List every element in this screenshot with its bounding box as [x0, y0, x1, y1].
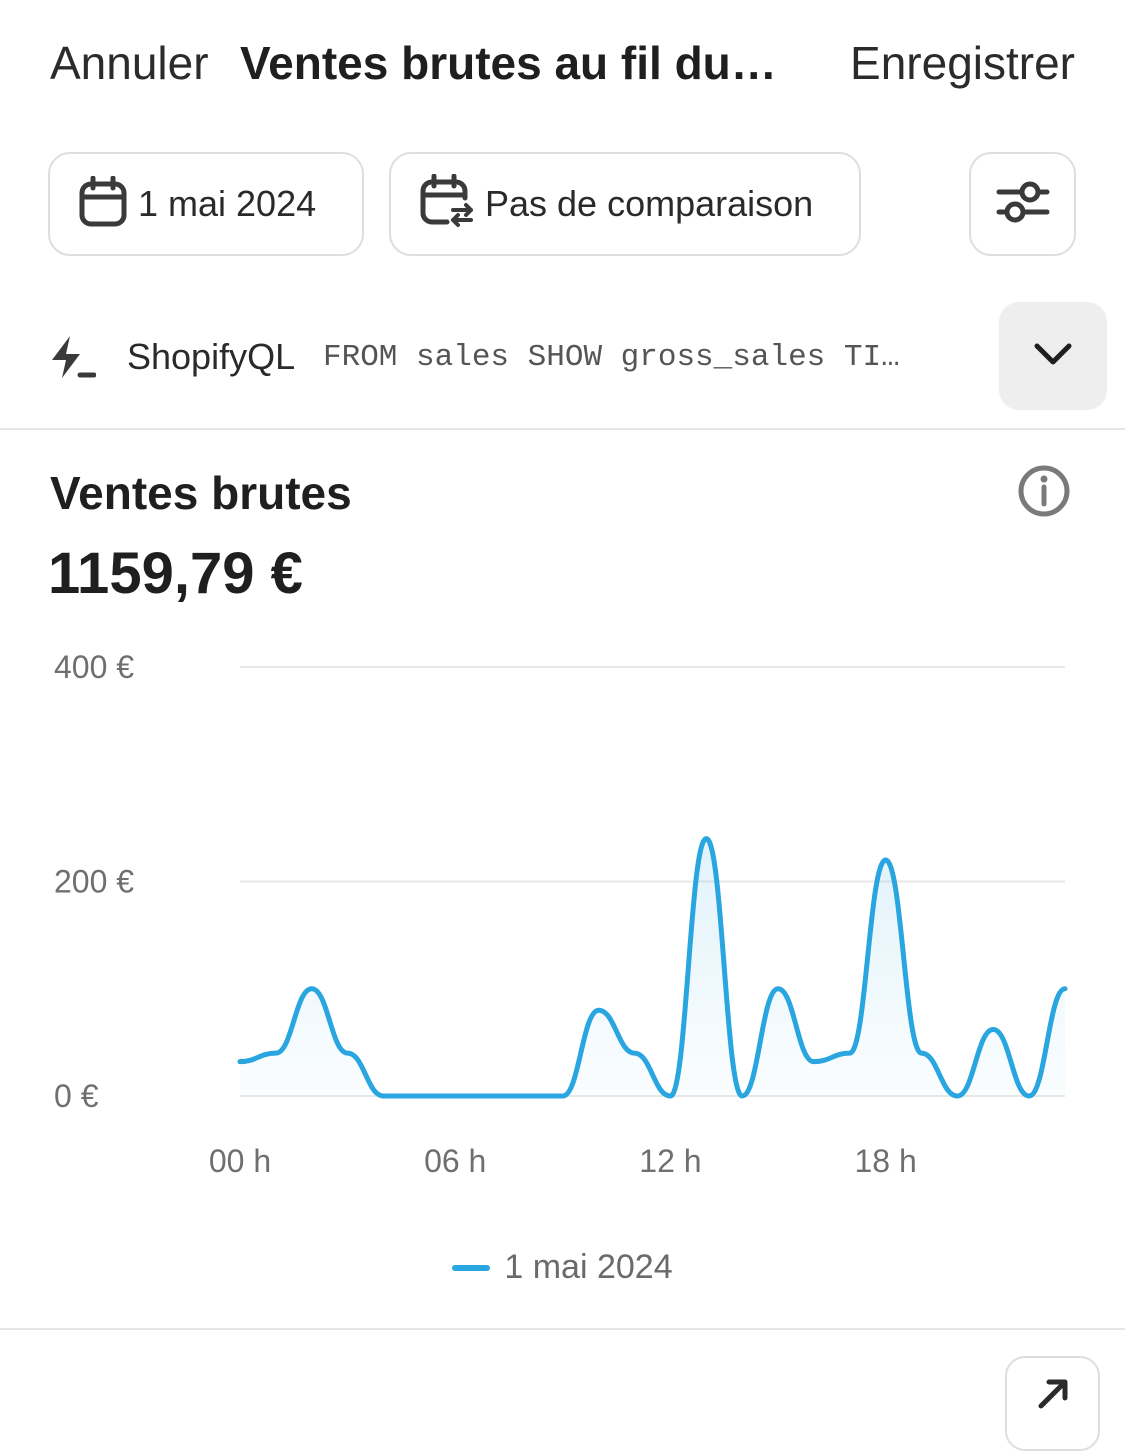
data-point — [1062, 986, 1068, 992]
data-point — [954, 1093, 960, 1099]
section-divider — [0, 428, 1125, 430]
x-tick-label: 00 h — [209, 1143, 271, 1179]
gross-sales-chart: 0 € 200 € 400 € 00 h 06 h 12 h 18 h — [54, 649, 1068, 1179]
y-tick-label: 400 € — [54, 649, 134, 685]
query-editor[interactable]: FROM sales SHOW gross_sales TI… — [323, 340, 900, 375]
data-point — [273, 1050, 279, 1056]
series-line — [237, 836, 1068, 1099]
date-range-button[interactable]: 1 mai 2024 — [48, 152, 364, 256]
sliders-icon — [995, 178, 1051, 231]
chevron-down-icon — [1033, 342, 1073, 371]
section-divider — [0, 1328, 1125, 1330]
save-button[interactable]: Enregistrer — [850, 36, 1075, 90]
data-point — [883, 857, 889, 863]
data-point — [596, 1007, 602, 1013]
y-tick-label: 0 € — [54, 1078, 99, 1114]
arrow-up-right-icon — [1035, 1376, 1071, 1417]
data-point — [416, 1093, 422, 1099]
info-icon[interactable] — [1017, 464, 1071, 523]
cancel-button[interactable]: Annuler — [50, 36, 209, 90]
calendar-compare-icon — [419, 173, 475, 235]
data-point — [380, 1093, 386, 1099]
data-point — [775, 986, 781, 992]
x-tick-label: 06 h — [424, 1143, 486, 1179]
data-point — [560, 1093, 566, 1099]
data-point — [237, 1059, 243, 1065]
data-point — [811, 1059, 817, 1065]
legend-label: 1 mai 2024 — [504, 1248, 673, 1286]
x-tick-label: 12 h — [639, 1143, 701, 1179]
data-point — [632, 1050, 638, 1056]
data-point — [309, 986, 315, 992]
data-point — [847, 1050, 853, 1056]
query-language-label: ShopifyQL — [127, 336, 296, 377]
y-tick-label: 200 € — [54, 864, 134, 900]
data-point — [919, 1050, 925, 1056]
bolt-icon — [48, 334, 97, 387]
page-title: Ventes brutes au fil du… — [240, 37, 777, 89]
chart-settings-button[interactable] — [969, 152, 1076, 256]
data-point — [345, 1050, 351, 1056]
comparison-label: Pas de comparaison — [485, 183, 814, 224]
calendar-icon — [78, 175, 128, 233]
metric-title: Ventes brutes — [50, 467, 352, 519]
data-point — [739, 1093, 745, 1099]
data-point — [990, 1027, 996, 1033]
data-point — [703, 836, 709, 842]
data-point — [524, 1093, 530, 1099]
data-point — [452, 1093, 458, 1099]
x-tick-label: 18 h — [855, 1143, 917, 1179]
expand-query-button[interactable] — [999, 302, 1107, 410]
comparison-button[interactable]: Pas de comparaison — [389, 152, 861, 256]
series-area — [240, 838, 1065, 1096]
legend-swatch — [452, 1264, 491, 1271]
date-range-label: 1 mai 2024 — [138, 183, 317, 224]
open-report-button[interactable] — [1005, 1356, 1100, 1451]
data-point — [1026, 1093, 1032, 1099]
data-point — [667, 1093, 673, 1099]
chart-legend: 1 mai 2024 — [0, 1248, 1125, 1287]
data-point — [488, 1093, 494, 1099]
metric-value: 1159,79 € — [48, 541, 303, 606]
